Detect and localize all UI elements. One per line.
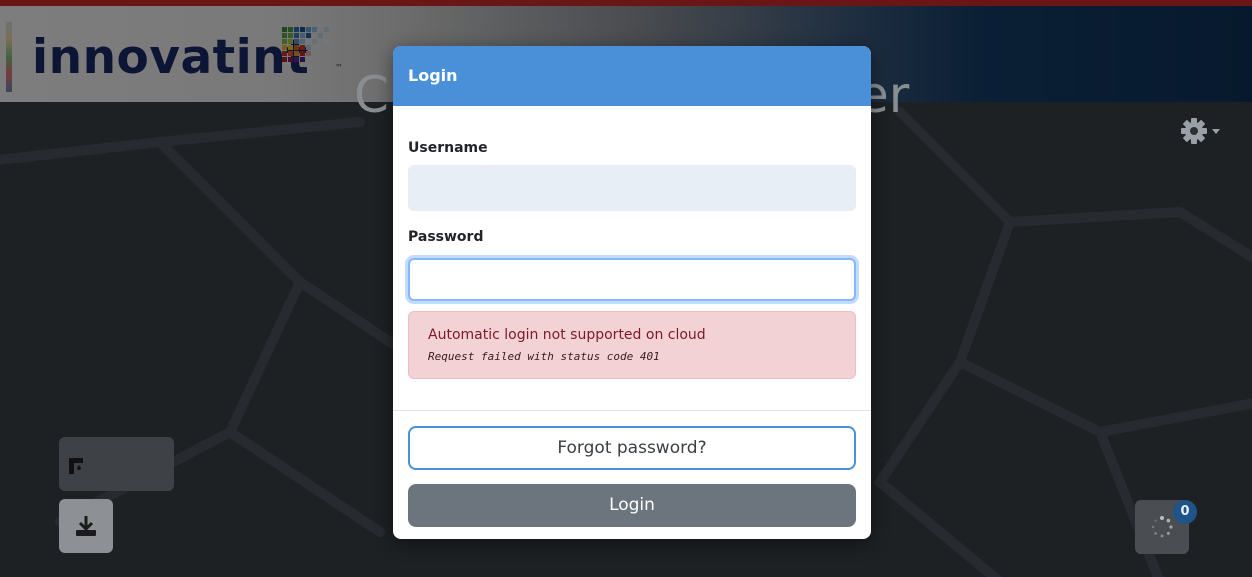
login-button[interactable]: Login <box>408 484 856 527</box>
login-dialog: Login Username Password Automatic login … <box>393 46 871 539</box>
tinting-machine-button[interactable] <box>59 437 174 491</box>
dialog-header: Login <box>393 46 871 106</box>
gear-icon <box>1181 118 1220 144</box>
error-alert: Automatic login not supported on cloud R… <box>408 311 856 379</box>
spinner-icon <box>1151 516 1173 538</box>
forgot-password-button[interactable]: Forgot password? <box>408 426 856 470</box>
background-heading-left: C <box>354 66 389 124</box>
download-button[interactable] <box>59 499 113 553</box>
error-alert-message: Automatic login not supported on cloud <box>428 327 706 343</box>
password-input[interactable] <box>408 258 856 301</box>
jobs-count-badge: 0 <box>1173 500 1197 524</box>
tinting-machine-icon <box>69 458 83 474</box>
username-input[interactable] <box>408 165 856 211</box>
dialog-title: Login <box>408 66 458 85</box>
password-label: Password <box>408 229 484 245</box>
dialog-divider <box>393 410 871 411</box>
username-label: Username <box>408 140 488 156</box>
error-alert-detail: Request failed with status code 401 <box>428 350 660 363</box>
caret-down-icon <box>1212 129 1220 134</box>
settings-menu-button[interactable] <box>1180 115 1226 149</box>
download-icon <box>76 516 96 536</box>
